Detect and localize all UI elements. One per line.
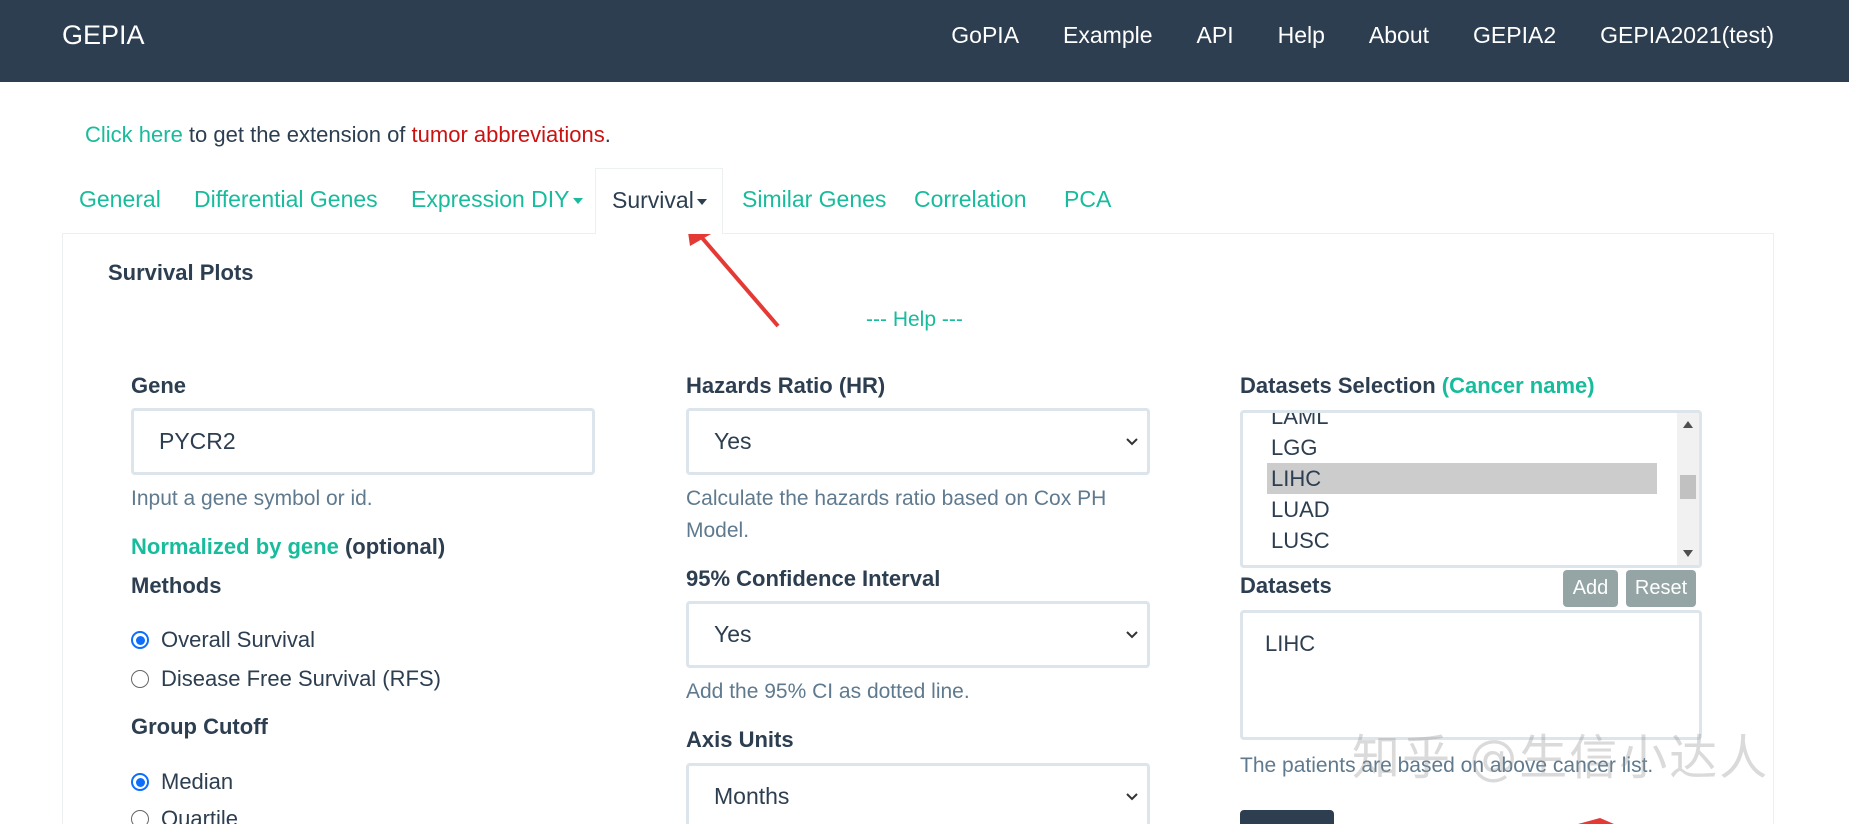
tab-expression-diy[interactable]: Expression DIY xyxy=(411,168,583,234)
nav-link-help[interactable]: Help xyxy=(1278,22,1325,49)
radio-checked-icon xyxy=(131,773,149,791)
help-link[interactable]: --- Help --- xyxy=(866,308,963,332)
radio-disease-free-survival-label: Disease Free Survival (RFS) xyxy=(161,666,441,691)
methods-label: Methods xyxy=(131,573,222,598)
scroll-thumb[interactable] xyxy=(1680,475,1696,499)
radio-median[interactable]: Median xyxy=(131,769,233,795)
gene-input[interactable]: PYCR2 xyxy=(131,408,595,475)
datasets-textarea-value: LIHC xyxy=(1265,631,1316,656)
ci-select-value: Yes xyxy=(714,621,752,647)
scroll-up-icon[interactable] xyxy=(1683,421,1693,428)
gene-label: Gene xyxy=(131,373,187,398)
nav-link-gepia2021[interactable]: GEPIA2021(test) xyxy=(1600,22,1774,49)
hr-label: Hazards Ratio (HR) xyxy=(686,373,886,398)
panel-title: Survival Plots xyxy=(108,260,254,285)
cancer-name-link[interactable]: (Cancer name) xyxy=(1442,373,1595,398)
nav-link-gopia[interactable]: GoPIA xyxy=(951,22,1019,49)
caret-down-icon xyxy=(696,198,707,205)
listbox-item-lgg[interactable]: LGG xyxy=(1267,432,1657,463)
axis-units-value: Months xyxy=(714,783,790,809)
hr-hint-line1: Calculate the hazards ratio based on Cox… xyxy=(686,487,1107,510)
nav-link-api[interactable]: API xyxy=(1197,22,1234,49)
axis-units-label: Axis Units xyxy=(686,727,794,752)
nav-link-about[interactable]: About xyxy=(1369,22,1429,49)
tab-correlation[interactable]: Correlation xyxy=(914,168,1027,234)
datasets-selection-text: Datasets Selection xyxy=(1240,373,1436,398)
listbox-item-lihc[interactable]: LIHC xyxy=(1267,463,1657,494)
tab-survival-label: Survival xyxy=(612,187,694,213)
tab-similar-genes[interactable]: Similar Genes xyxy=(742,168,886,234)
tab-general[interactable]: General xyxy=(79,168,161,234)
tab-pca[interactable]: PCA xyxy=(1064,168,1111,234)
hr-select-value: Yes xyxy=(714,428,752,454)
group-cutoff-label: Group Cutoff xyxy=(131,714,268,739)
chevron-down-icon xyxy=(1126,630,1138,638)
radio-overall-survival-label: Overall Survival xyxy=(161,627,316,652)
hr-hint-line2: Model. xyxy=(686,519,750,542)
tab-expression-diy-label: Expression DIY xyxy=(411,186,570,212)
normalized-optional: (optional) xyxy=(338,534,446,559)
datasets-selection-label: Datasets Selection (Cancer name) xyxy=(1240,373,1595,399)
tab-differential-genes-label: Differential Genes xyxy=(194,186,378,212)
radio-unchecked-icon xyxy=(131,810,149,824)
gene-input-value: PYCR2 xyxy=(159,428,236,454)
radio-quartile[interactable]: Quartile xyxy=(131,806,238,824)
notice-period: . xyxy=(604,122,611,147)
ci-label: 95% Confidence Interval xyxy=(686,566,941,591)
gene-hint: Input a gene symbol or id. xyxy=(131,487,373,510)
listbox-scrollbar[interactable] xyxy=(1677,413,1699,565)
tab-similar-genes-label: Similar Genes xyxy=(742,186,887,212)
radio-quartile-label: Quartile xyxy=(161,806,239,824)
tab-pca-label: PCA xyxy=(1064,186,1112,212)
tab-general-label: General xyxy=(79,186,161,212)
nav-link-gepia2[interactable]: GEPIA2 xyxy=(1473,22,1556,49)
scroll-down-icon[interactable] xyxy=(1683,550,1693,557)
tab-survival[interactable]: Survival xyxy=(595,168,723,234)
radio-unchecked-icon xyxy=(131,670,149,688)
nav-links: GoPIA Example API Help About GEPIA2 GEPI… xyxy=(951,22,1774,49)
datasets-label: Datasets xyxy=(1240,573,1332,598)
tab-differential-genes[interactable]: Differential Genes xyxy=(194,168,378,234)
datasets-listbox[interactable]: LAML LGG LIHC LUAD LUSC xyxy=(1240,410,1702,568)
radio-disease-free-survival[interactable]: Disease Free Survival (RFS) xyxy=(131,666,441,692)
brand-logo[interactable]: GEPIA xyxy=(62,20,145,51)
tab-correlation-label: Correlation xyxy=(914,186,1027,212)
listbox-item-laml[interactable]: LAML xyxy=(1267,413,1657,432)
listbox-item-luad[interactable]: LUAD xyxy=(1267,494,1657,525)
normalized-by-gene: Normalized by gene (optional) xyxy=(131,534,445,560)
caret-down-icon xyxy=(572,197,583,204)
add-button[interactable]: Add xyxy=(1563,570,1618,607)
hr-select[interactable]: Yes xyxy=(686,408,1150,475)
ci-hint: Add the 95% CI as dotted line. xyxy=(686,680,970,703)
plot-button[interactable] xyxy=(1240,810,1334,824)
normalized-by-gene-link[interactable]: Normalized by gene xyxy=(131,534,339,559)
top-navbar: GEPIA GoPIA Example API Help About GEPIA… xyxy=(0,0,1849,82)
radio-checked-icon xyxy=(131,631,149,649)
watermark-text: 知乎 @生信小达人 xyxy=(1352,730,1770,786)
radio-overall-survival[interactable]: Overall Survival xyxy=(131,627,315,653)
reset-button[interactable]: Reset xyxy=(1626,570,1696,607)
listbox-item-lusc[interactable]: LUSC xyxy=(1267,525,1657,556)
click-here-link[interactable]: Click here xyxy=(85,122,183,147)
chevron-down-icon xyxy=(1126,792,1138,800)
abbreviation-notice: Click here to get the extension of tumor… xyxy=(85,122,611,148)
axis-units-select[interactable]: Months xyxy=(686,763,1150,824)
notice-text: to get the extension of xyxy=(182,122,412,147)
chevron-down-icon xyxy=(1126,437,1138,445)
main-tabs: General Differential Genes Expression DI… xyxy=(62,168,1772,234)
nav-link-example[interactable]: Example xyxy=(1063,22,1152,49)
tumor-abbreviations-link[interactable]: tumor abbreviations xyxy=(412,122,605,147)
radio-median-label: Median xyxy=(161,769,234,794)
ci-select[interactable]: Yes xyxy=(686,601,1150,668)
